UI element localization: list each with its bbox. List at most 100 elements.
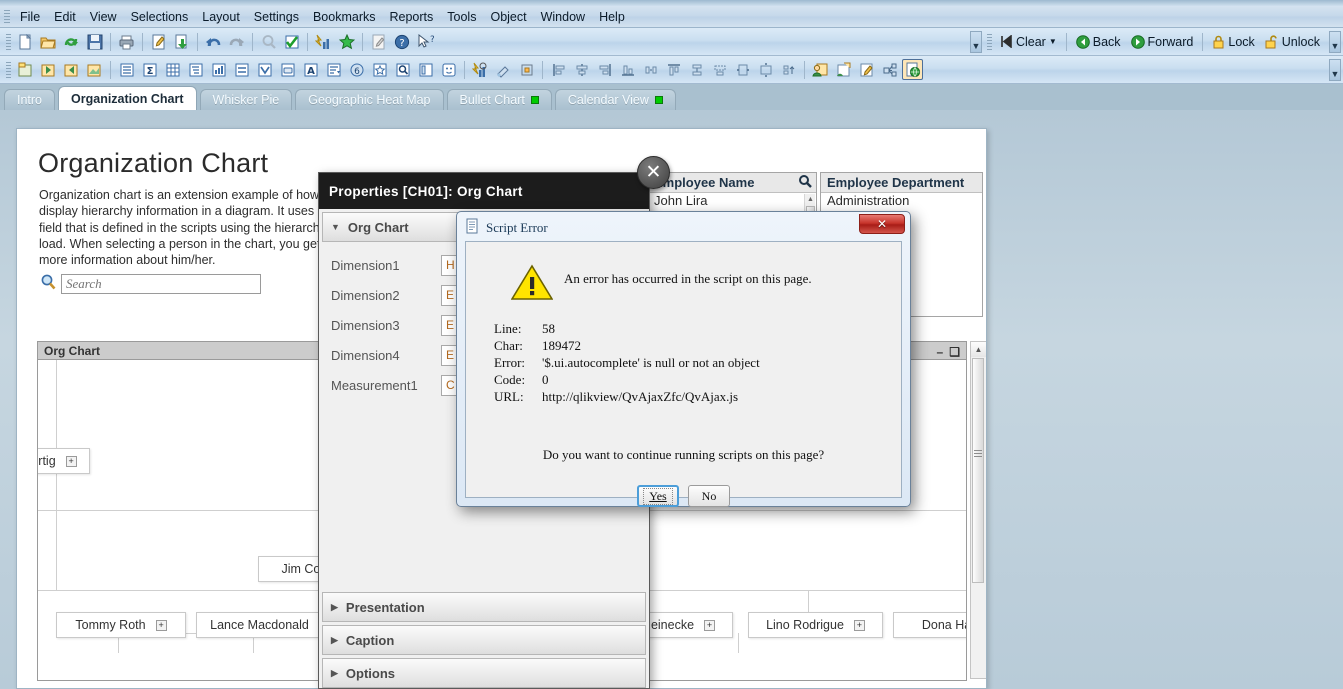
current-selections-icon[interactable] <box>281 31 302 52</box>
menu-settings[interactable]: Settings <box>247 8 306 26</box>
toolbar-grip[interactable] <box>6 33 11 50</box>
selection-toolbar-overflow-button[interactable]: ▼ <box>1329 30 1341 53</box>
menu-file[interactable]: File <box>13 8 47 26</box>
previous-sheet-icon[interactable] <box>38 59 59 80</box>
yes-button[interactable]: Yes <box>637 485 679 507</box>
org-node[interactable]: Dona Hazlett <box>893 612 966 638</box>
tab-organization-chart[interactable]: Organization Chart <box>58 86 197 110</box>
space-horizontal-icon[interactable] <box>709 59 730 80</box>
slider-calendar-icon[interactable]: 6 <box>346 59 367 80</box>
design-toolbar-grip[interactable] <box>6 61 11 78</box>
menu-object[interactable]: Object <box>483 8 533 26</box>
statistics-box-icon[interactable]: Σ <box>139 59 160 80</box>
menu-grip[interactable] <box>4 9 10 24</box>
menu-bookmarks[interactable]: Bookmarks <box>306 8 383 26</box>
button-icon[interactable] <box>277 59 298 80</box>
resize-height-icon[interactable] <box>755 59 776 80</box>
input-box-icon[interactable] <box>231 59 252 80</box>
align-top-icon[interactable] <box>663 59 684 80</box>
clear-button[interactable]: Clear ▼ <box>995 33 1062 51</box>
lock-button[interactable]: Lock <box>1207 33 1259 51</box>
object-maximize-button[interactable]: ❑ <box>949 345 960 359</box>
sheet-vertical-scrollbar[interactable]: ▲ <box>970 341 986 679</box>
snap-grid-icon[interactable] <box>516 59 537 80</box>
menu-edit[interactable]: Edit <box>47 8 83 26</box>
bookmark-object-icon[interactable] <box>369 59 390 80</box>
close-button[interactable]: ✕ <box>859 214 905 234</box>
pivot-table-icon[interactable] <box>185 59 206 80</box>
distribute-horizontal-icon[interactable] <box>640 59 661 80</box>
menu-window[interactable]: Window <box>534 8 592 26</box>
tab-calendar-view[interactable]: Calendar View <box>554 89 676 110</box>
container-icon[interactable] <box>415 59 436 80</box>
properties-section-caption[interactable]: ▶ Caption <box>322 625 646 655</box>
menu-tools[interactable]: Tools <box>440 8 483 26</box>
promote-icon[interactable] <box>778 59 799 80</box>
unlock-button[interactable]: Unlock <box>1260 33 1325 51</box>
magnifier-icon[interactable] <box>798 174 812 191</box>
search-object-icon[interactable] <box>392 59 413 80</box>
line-arrow-icon[interactable] <box>323 59 344 80</box>
menu-reports[interactable]: Reports <box>383 8 441 26</box>
open-folder-icon[interactable] <box>38 31 59 52</box>
org-node[interactable]: Lino Rodrigue + <box>748 612 883 638</box>
copy-sheet-icon[interactable] <box>810 59 831 80</box>
align-right-icon[interactable] <box>594 59 615 80</box>
help-icon[interactable]: ? <box>391 31 412 52</box>
menu-layout[interactable]: Layout <box>195 8 247 26</box>
resize-width-icon[interactable] <box>732 59 753 80</box>
tab-intro[interactable]: Intro <box>4 89 56 110</box>
design-grid-icon[interactable] <box>470 59 491 80</box>
org-node-expand-button[interactable]: + <box>155 619 167 631</box>
tab-whisker-pie[interactable]: Whisker Pie <box>199 89 293 110</box>
save-icon[interactable] <box>84 31 105 52</box>
properties-section-options[interactable]: ▶ Options <box>322 658 646 688</box>
tab-geographic-heat-map[interactable]: Geographic Heat Map <box>295 89 444 110</box>
bookmark-star-icon[interactable] <box>336 31 357 52</box>
menu-selections[interactable]: Selections <box>124 8 196 26</box>
reload-icon[interactable] <box>61 31 82 52</box>
sheet-properties-icon[interactable] <box>84 59 105 80</box>
edit-script-icon[interactable] <box>148 31 169 52</box>
edit-module-icon[interactable] <box>368 31 389 52</box>
org-node-expand-button[interactable]: + <box>704 619 716 631</box>
list-box-icon[interactable] <box>116 59 137 80</box>
menu-help[interactable]: Help <box>592 8 632 26</box>
listbox-item[interactable]: John Lira <box>648 193 816 209</box>
scroll-up-arrow-icon[interactable]: ▲ <box>971 342 986 357</box>
chart-object-icon[interactable] <box>208 59 229 80</box>
tab-bullet-chart[interactable]: Bullet Chart <box>446 89 552 110</box>
search-icon[interactable] <box>258 31 279 52</box>
new-document-icon[interactable] <box>15 31 36 52</box>
back-button[interactable]: Back <box>1071 33 1126 51</box>
scrollbar-thumb[interactable] <box>972 358 984 583</box>
scroll-up-arrow-icon[interactable]: ▲ <box>806 194 815 205</box>
text-object-icon[interactable]: A <box>300 59 321 80</box>
align-bottom-icon[interactable] <box>617 59 638 80</box>
context-help-icon[interactable]: ? <box>414 31 435 52</box>
org-node-expand-button[interactable]: + <box>65 455 77 467</box>
multi-box-icon[interactable] <box>254 59 275 80</box>
next-sheet-icon[interactable] <box>61 59 82 80</box>
new-object-icon[interactable] <box>833 59 854 80</box>
org-node[interactable]: Tommy Roth + <box>56 612 186 638</box>
edit-object-icon[interactable] <box>856 59 877 80</box>
chart-icon[interactable] <box>313 31 334 52</box>
align-left-icon[interactable] <box>548 59 569 80</box>
no-button[interactable]: No <box>688 485 730 507</box>
table-box-icon[interactable] <box>162 59 183 80</box>
object-minimize-button[interactable]: – <box>937 345 944 359</box>
listbox-item[interactable]: Administration <box>821 193 982 209</box>
org-node-expand-button[interactable]: + <box>853 619 865 631</box>
format-painter-icon[interactable] <box>493 59 514 80</box>
properties-section-presentation[interactable]: ▶ Presentation <box>322 592 646 622</box>
group-icon[interactable] <box>879 59 900 80</box>
print-icon[interactable] <box>116 31 137 52</box>
web-view-icon[interactable] <box>902 59 923 80</box>
toolbar-overflow-button[interactable]: ▼ <box>969 30 982 53</box>
script-error-titlebar[interactable]: Script Error ✕ <box>460 214 907 240</box>
selection-toolbar-grip[interactable] <box>986 33 992 50</box>
design-toolbar-overflow-button[interactable]: ▼ <box>1329 58 1341 81</box>
redo-icon[interactable] <box>226 31 247 52</box>
align-center-icon[interactable] <box>571 59 592 80</box>
